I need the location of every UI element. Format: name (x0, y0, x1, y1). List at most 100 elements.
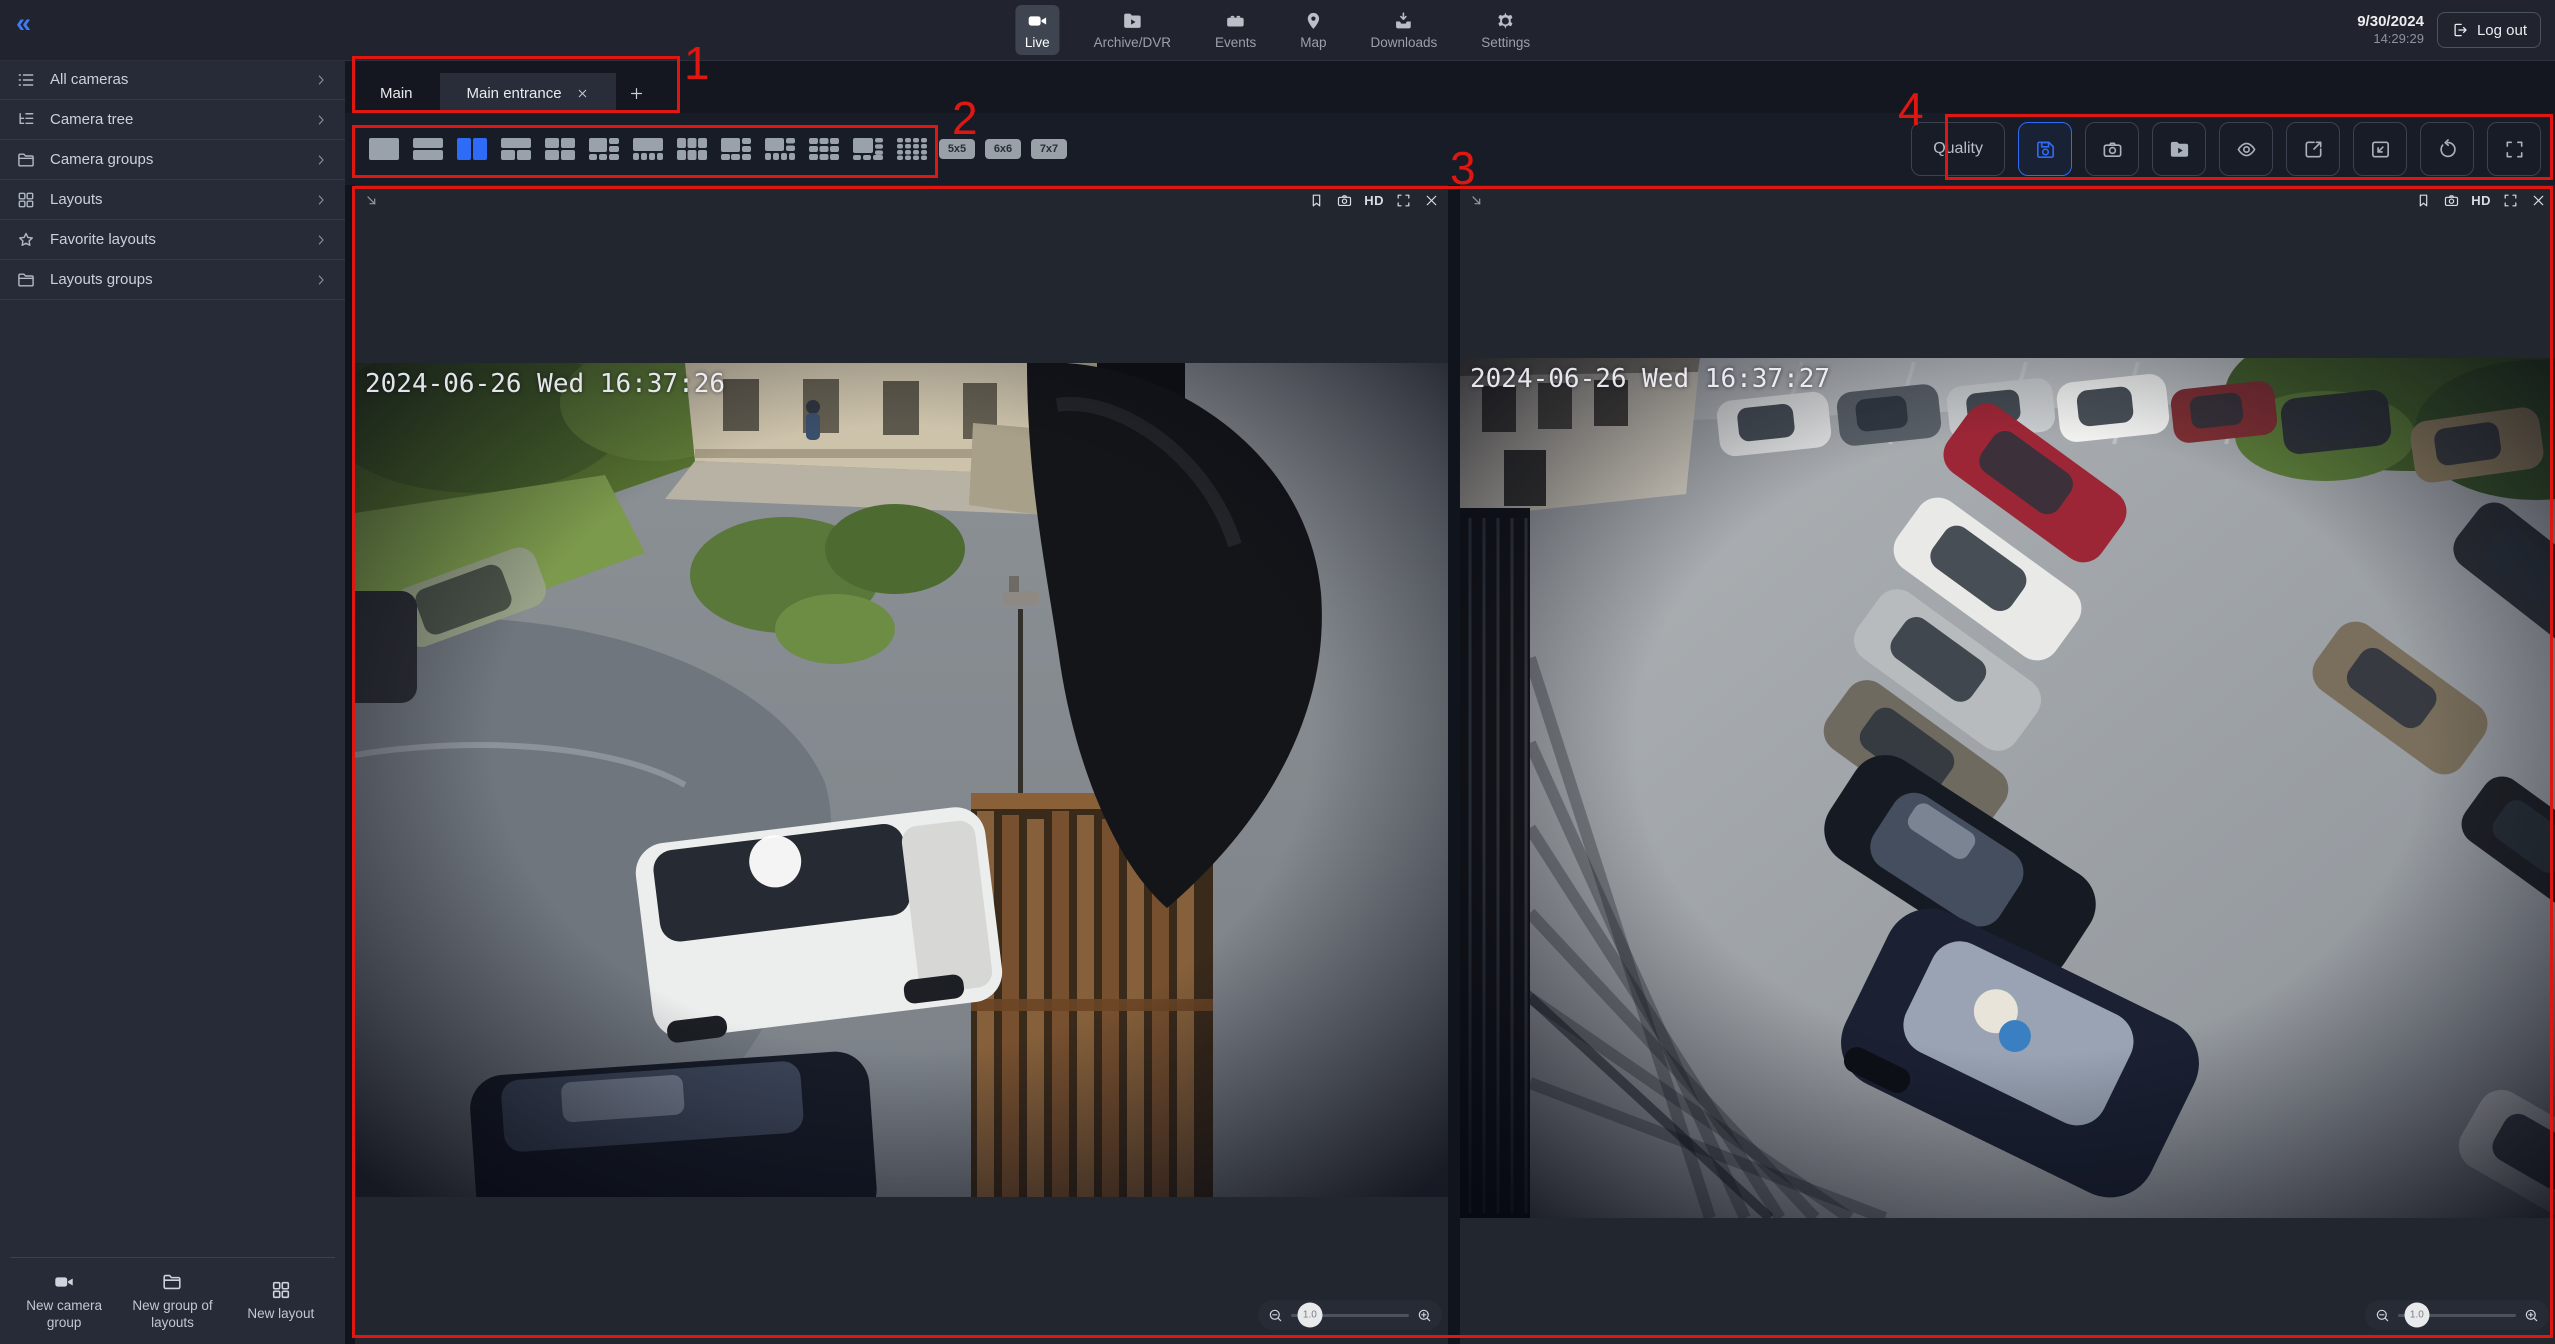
close-icon[interactable] (2530, 192, 2547, 209)
tab-main[interactable]: Main (353, 73, 440, 113)
plus-icon (628, 85, 645, 102)
sidebar-item-label: Camera groups (50, 151, 153, 168)
save-layout-button[interactable] (2018, 122, 2072, 176)
layout-5x5-badge[interactable]: 5x5 (939, 139, 975, 159)
add-tab-button[interactable] (616, 73, 658, 113)
new-camera-group-label: New camera group (10, 1298, 118, 1332)
camera-tile-header: HD (355, 185, 1448, 215)
sidebar-item-layouts[interactable]: Layouts (0, 180, 345, 220)
nav-archive-label: Archive/DVR (1094, 35, 1171, 50)
main-navigation: Live Archive/DVR Events Map Downloads Setting… (1015, 0, 1540, 60)
star-icon (16, 230, 36, 250)
camera-icon[interactable] (1336, 192, 1353, 209)
new-layout-button[interactable]: New layout (227, 1258, 335, 1344)
nav-archive[interactable]: Archive/DVR (1084, 5, 1181, 55)
arrow-dr-icon[interactable] (1468, 192, 1485, 209)
new-layout-label: New layout (247, 1306, 314, 1323)
zoom-out-icon[interactable] (1267, 1307, 1284, 1324)
logout-button[interactable]: Log out (2437, 12, 2541, 48)
folder-icon (161, 1271, 183, 1293)
hd-quality-toggle[interactable]: HD (1364, 193, 1384, 208)
layout-1-plus-7[interactable] (763, 136, 797, 162)
fullscreen-icon (2503, 138, 2526, 161)
videocam-icon (1026, 10, 1048, 32)
hd-quality-toggle[interactable]: HD (2471, 193, 2491, 208)
sidebar-item-camera-groups[interactable]: Camera groups (0, 140, 345, 180)
layout-4x4[interactable] (895, 136, 929, 162)
zoom-slider-handle[interactable]: 1.0 (1297, 1303, 1322, 1328)
zoom-in-icon[interactable] (1416, 1307, 1433, 1324)
collapse-sidebar-button[interactable]: « (16, 8, 28, 39)
new-window-button[interactable] (2353, 122, 2407, 176)
sidebar-item-all-cameras[interactable]: All cameras (0, 60, 345, 100)
camera-icon[interactable] (2443, 192, 2460, 209)
new-camera-group-button[interactable]: New camera group (10, 1258, 118, 1344)
sidebar-item-favorite-layouts[interactable]: Favorite layouts (0, 220, 345, 260)
share-button[interactable] (2286, 122, 2340, 176)
eye-icon (2235, 138, 2258, 161)
sidebar-item-camera-tree[interactable]: Camera tree (0, 100, 345, 140)
chevron-right-icon (313, 232, 329, 248)
main-area: MainMain entrance 5x5 6x6 7x7 Quality HD (345, 60, 2555, 1344)
folder-icon (16, 150, 36, 170)
nav-settings[interactable]: Settings (1471, 5, 1540, 55)
nav-settings-label: Settings (1481, 35, 1530, 50)
sidebar-item-label: Favorite layouts (50, 231, 156, 248)
grid-icon (270, 1279, 292, 1301)
quality-button[interactable]: Quality (1911, 122, 2005, 176)
to-archive-button[interactable] (2152, 122, 2206, 176)
close-icon[interactable] (1423, 192, 1440, 209)
layout-1-plus-8[interactable] (851, 136, 885, 162)
nav-live[interactable]: Live (1015, 5, 1060, 55)
layout-1-plus-5-side[interactable] (587, 136, 621, 162)
sidebar-item-layouts-groups[interactable]: Layouts groups (0, 260, 345, 300)
layout-1x1[interactable] (367, 136, 401, 162)
zoom-out-icon[interactable] (2374, 1307, 2391, 1324)
camera-tile-1[interactable]: HD 2024-06-26 Wed 16:37:261.0 (355, 185, 1448, 1344)
layout-2-cols[interactable] (455, 136, 489, 162)
zoom-slider-handle[interactable]: 1.0 (2404, 1303, 2429, 1328)
watch-button[interactable] (2219, 122, 2273, 176)
logout-label: Log out (2477, 22, 2527, 39)
nav-events[interactable]: Events (1205, 5, 1266, 55)
snapshot-button[interactable] (2085, 122, 2139, 176)
close-icon[interactable] (576, 87, 589, 100)
bookmark-icon[interactable] (1308, 192, 1325, 209)
tile-header-actions: HD (2415, 192, 2547, 209)
layout-3x3[interactable] (807, 136, 841, 162)
layout-2x2[interactable] (543, 136, 577, 162)
layout-1-plus-4-row[interactable] (631, 136, 665, 162)
layout-1-plus-2[interactable] (499, 136, 533, 162)
nav-map[interactable]: Map (1290, 5, 1336, 55)
map-pin-icon (1302, 10, 1324, 32)
arrow-dr-icon[interactable] (363, 192, 380, 209)
new-group-of-layouts-button[interactable]: New group of layouts (118, 1258, 226, 1344)
layout-7x7-badge[interactable]: 7x7 (1031, 139, 1067, 159)
camera-tile-2[interactable]: HD 2024-06-26 Wed 16:37:27 1.0 (1460, 185, 2555, 1344)
new-group-of-layouts-label: New group of layouts (118, 1298, 226, 1332)
sidebar-item-label: Camera tree (50, 111, 133, 128)
current-date: 9/30/2024 (2357, 13, 2424, 32)
nav-downloads[interactable]: Downloads (1361, 5, 1448, 55)
zoom-slider[interactable]: 1.0 (1291, 1314, 1409, 1317)
fullscreen-icon[interactable] (1395, 192, 1412, 209)
list-icon (16, 70, 36, 90)
view-actions: Quality (1911, 122, 2541, 176)
tree-icon (16, 110, 36, 130)
layout-1-plus-5[interactable] (719, 136, 753, 162)
tab-main-entrance[interactable]: Main entrance (440, 73, 616, 113)
fullscreen-icon[interactable] (2502, 192, 2519, 209)
layout-2-rows[interactable] (411, 136, 445, 162)
fullscreen-button[interactable] (2487, 122, 2541, 176)
zoom-slider[interactable]: 1.0 (2398, 1314, 2516, 1317)
camera-timestamp: 2024-06-26 Wed 16:37:27 (1470, 364, 1830, 394)
zoom-in-icon[interactable] (2523, 1307, 2540, 1324)
bookmark-icon[interactable] (2415, 192, 2432, 209)
nav-map-label: Map (1300, 35, 1326, 50)
share-icon (2302, 138, 2325, 161)
reset-icon (2436, 138, 2459, 161)
layout-6x6-badge[interactable]: 6x6 (985, 139, 1021, 159)
reset-button[interactable] (2420, 122, 2474, 176)
layout-3x2[interactable] (675, 136, 709, 162)
sidebar-item-label: All cameras (50, 71, 128, 88)
